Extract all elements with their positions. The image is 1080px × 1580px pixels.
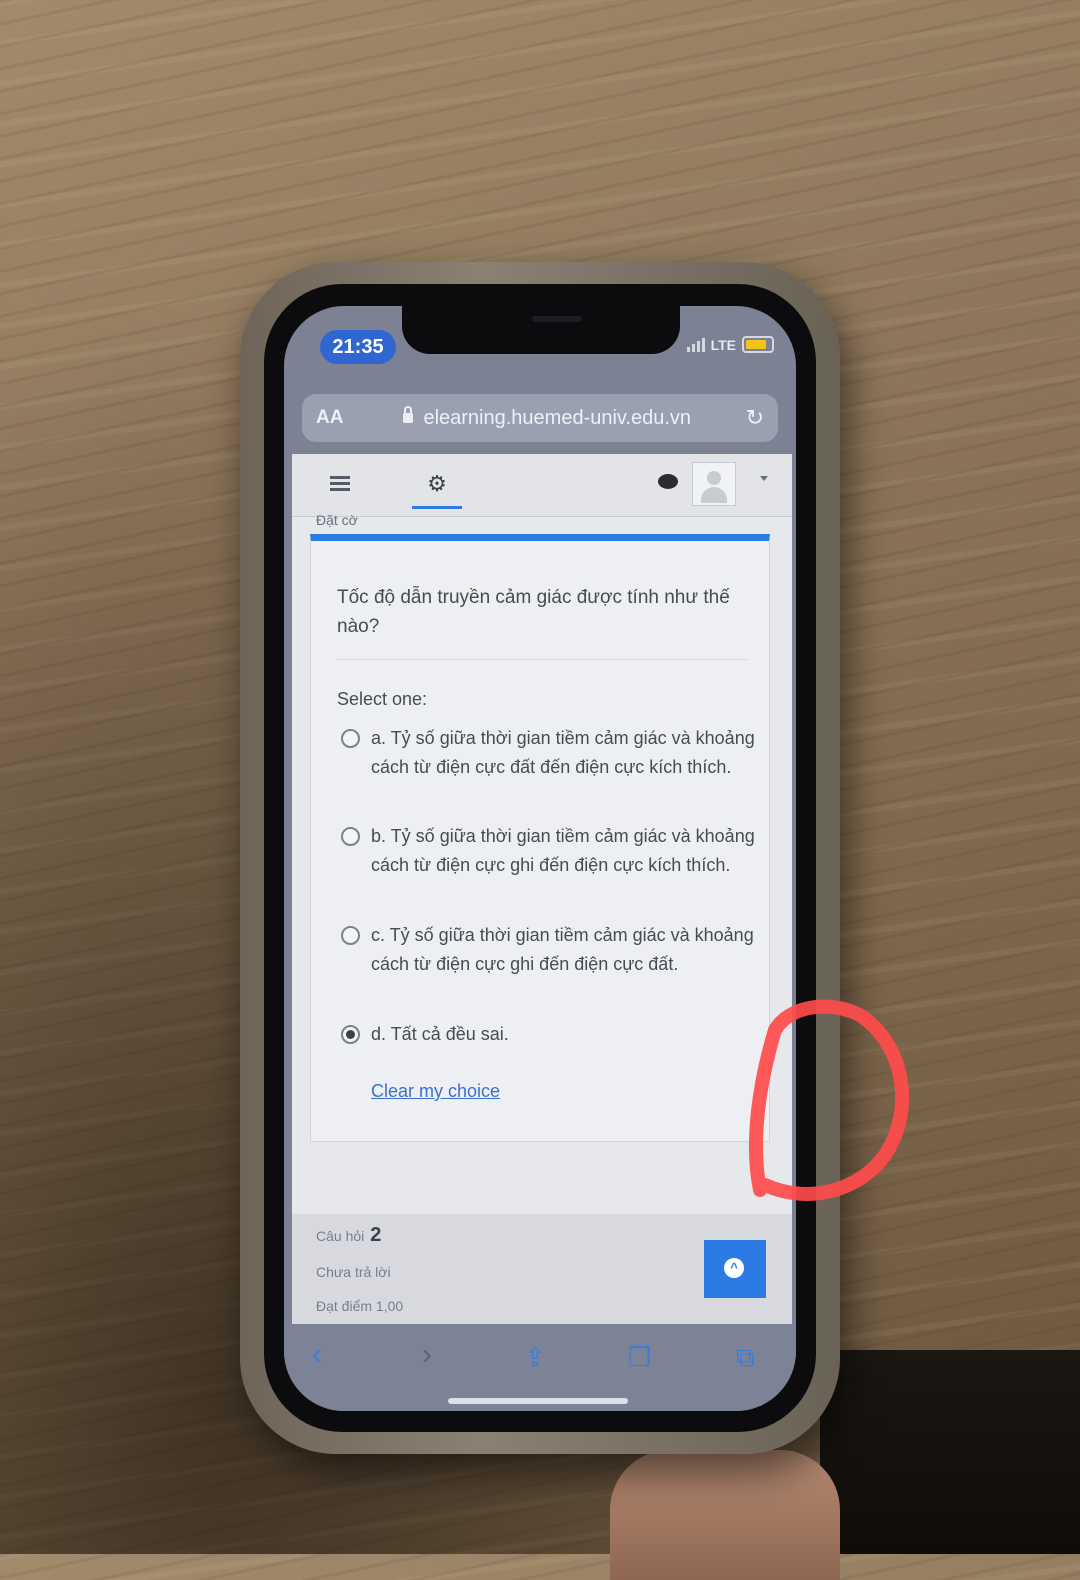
question-text: Tốc độ dẫn truyền cảm giác được tính như… [337, 587, 730, 637]
chat-bubble-icon[interactable] [658, 474, 678, 489]
notch [402, 306, 680, 354]
red-circle-annotation [749, 999, 910, 1201]
option-c[interactable]: c. Tỷ số giữa thời gian tiềm cảm giác và… [341, 921, 761, 979]
flag-question-link[interactable]: Đặt cờ [316, 512, 358, 528]
radio-button[interactable] [341, 827, 360, 846]
answer-status: Chưa trả lời [316, 1264, 391, 1280]
back-icon[interactable]: ‹ [312, 1338, 322, 1372]
network-type: LTE [710, 336, 736, 353]
bookmarks-icon[interactable]: ❐ [628, 1342, 651, 1373]
option-label: d. Tất cả đều sai. [371, 1024, 509, 1044]
lock-icon [403, 406, 414, 423]
select-one-label: Select one: [337, 689, 428, 709]
forward-icon[interactable]: › [422, 1338, 432, 1372]
radio-button[interactable] [341, 926, 360, 945]
phone-screen: 21:35 LTE AA elearning.huemed-univ.edu.v… [284, 306, 796, 1411]
phone-bezel: 21:35 LTE AA elearning.huemed-univ.edu.v… [264, 284, 816, 1432]
address-bar[interactable]: AA elearning.huemed-univ.edu.vn ↻ [302, 394, 778, 442]
gears-icon[interactable]: ⚙ [412, 468, 462, 506]
foot [610, 1450, 840, 1580]
divider [337, 659, 747, 660]
hamburger-menu-icon[interactable] [330, 476, 350, 492]
status-indicators: LTE [686, 336, 774, 353]
option-label: a. Tỷ số giữa thời gian tiềm cảm giác và… [371, 728, 755, 777]
user-avatar[interactable] [692, 462, 736, 506]
option-a[interactable]: a. Tỷ số giữa thời gian tiềm cảm giác và… [341, 724, 761, 782]
active-tab-indicator [412, 506, 462, 509]
url-text[interactable]: elearning.huemed-univ.edu.vn [423, 407, 691, 430]
home-indicator [448, 1398, 628, 1404]
option-d[interactable]: d. Tất cả đều sai. [341, 1020, 761, 1049]
floor-background [820, 1350, 1080, 1554]
clear-choice-link[interactable]: Clear my choice [371, 1081, 500, 1102]
signal-icon [686, 337, 705, 352]
radio-button[interactable] [341, 729, 360, 748]
reload-icon[interactable]: ↻ [746, 405, 764, 431]
back-to-top-button[interactable]: ^ [704, 1240, 766, 1298]
speaker [532, 316, 582, 322]
question-mark: Đạt điểm 1,00 [316, 1298, 404, 1314]
chevron-up-icon: ^ [724, 1258, 744, 1278]
question-number-value: 2 [370, 1224, 382, 1246]
phone: 21:35 LTE AA elearning.huemed-univ.edu.v… [240, 262, 840, 1454]
radio-button-selected[interactable] [341, 1025, 360, 1044]
option-label: c. Tỷ số giữa thời gian tiềm cảm giác và… [371, 925, 754, 974]
text-size-button[interactable]: AA [316, 407, 343, 429]
question-number-label: Câu hỏi [316, 1228, 365, 1244]
option-label: b. Tỷ số giữa thời gian tiềm cảm giác và… [371, 826, 755, 875]
chevron-down-icon[interactable] [760, 476, 768, 481]
question-card: Tốc độ dẫn truyền cảm giác được tính như… [310, 534, 770, 1142]
option-b[interactable]: b. Tỷ số giữa thời gian tiềm cảm giác và… [341, 822, 761, 880]
tabs-icon[interactable]: ⧉ [736, 1342, 755, 1374]
share-icon[interactable]: ⇪ [524, 1342, 546, 1373]
battery-icon [742, 336, 774, 353]
site-navbar: ⚙ [292, 454, 792, 517]
question-number: Câu hỏi 2 [316, 1224, 381, 1247]
web-page: ⚙ Đặt cờ Tốc độ dẫn truyền cảm giác được… [292, 454, 792, 1329]
status-time: 21:35 [320, 330, 396, 364]
